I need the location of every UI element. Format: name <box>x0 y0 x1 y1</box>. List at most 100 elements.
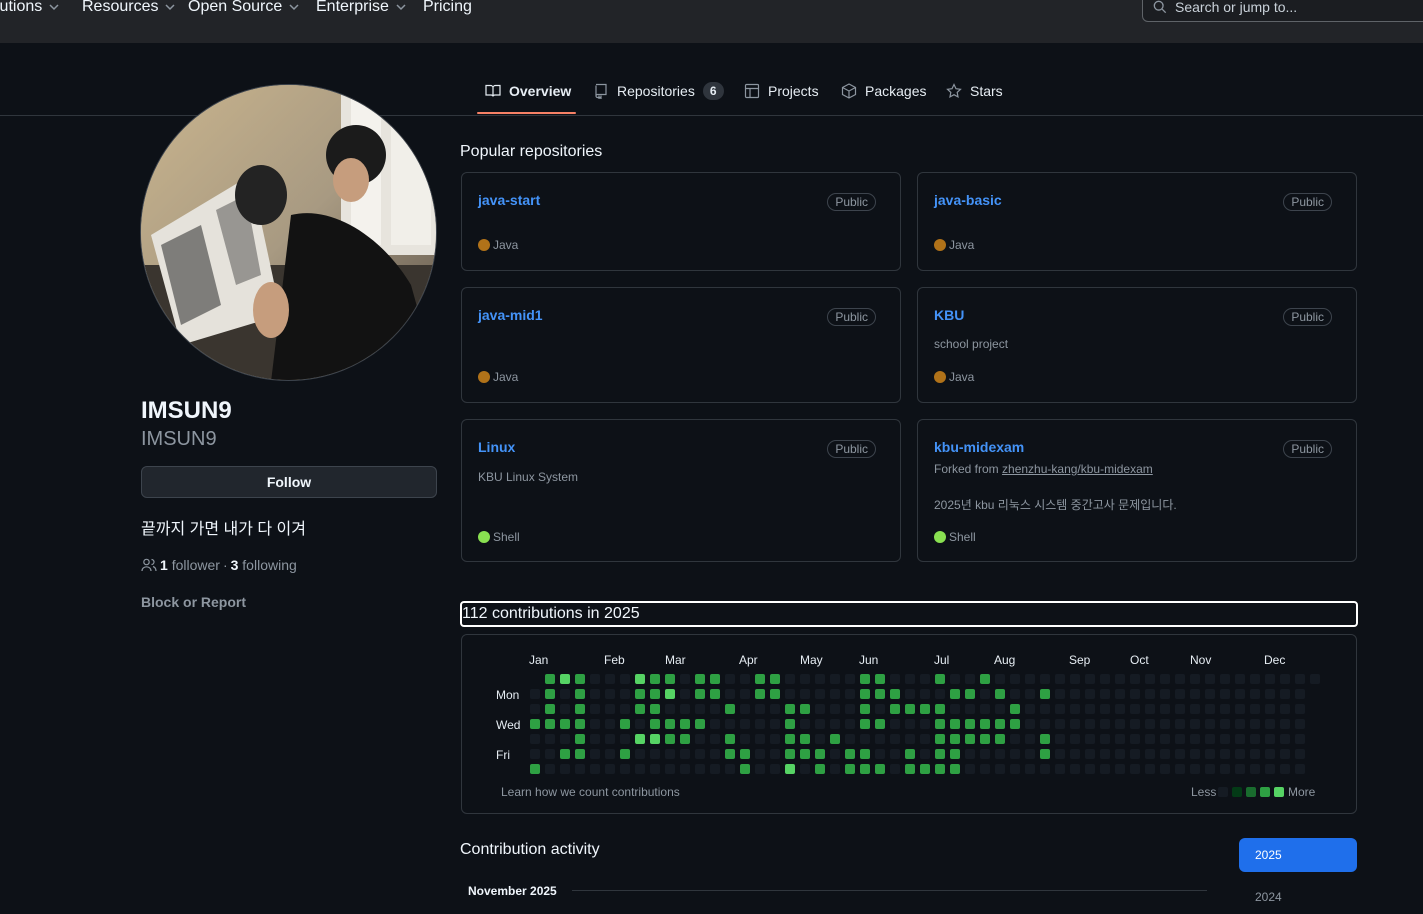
contribution-day-cell[interactable] <box>1040 704 1050 714</box>
learn-how-we-count-link[interactable]: Learn how we count contributions <box>501 785 680 799</box>
contribution-day-cell[interactable] <box>560 719 570 729</box>
contribution-day-cell[interactable] <box>650 689 660 699</box>
contribution-day-cell[interactable] <box>635 734 645 744</box>
contribution-day-cell[interactable] <box>545 719 555 729</box>
contribution-day-cell[interactable] <box>860 719 870 729</box>
contribution-day-cell[interactable] <box>725 749 735 759</box>
contribution-day-cell[interactable] <box>695 749 705 759</box>
contribution-day-cell[interactable] <box>1205 689 1215 699</box>
contribution-day-cell[interactable] <box>860 704 870 714</box>
contribution-day-cell[interactable] <box>1085 719 1095 729</box>
contribution-day-cell[interactable] <box>1040 734 1050 744</box>
contribution-day-cell[interactable] <box>1160 734 1170 744</box>
contribution-day-cell[interactable] <box>935 749 945 759</box>
contribution-day-cell[interactable] <box>1145 704 1155 714</box>
contribution-day-cell[interactable] <box>530 734 540 744</box>
contribution-day-cell[interactable] <box>605 719 615 729</box>
contribution-day-cell[interactable] <box>920 734 930 744</box>
contribution-day-cell[interactable] <box>770 719 780 729</box>
contribution-day-cell[interactable] <box>725 689 735 699</box>
contribution-day-cell[interactable] <box>1040 689 1050 699</box>
contributions-title[interactable]: 112 contributions in 2025 <box>460 601 1358 627</box>
contribution-day-cell[interactable] <box>1055 674 1065 684</box>
contribution-day-cell[interactable] <box>590 764 600 774</box>
contribution-day-cell[interactable] <box>770 704 780 714</box>
contribution-day-cell[interactable] <box>530 704 540 714</box>
contribution-day-cell[interactable] <box>575 719 585 729</box>
contribution-day-cell[interactable] <box>1130 749 1140 759</box>
contribution-day-cell[interactable] <box>530 749 540 759</box>
contribution-day-cell[interactable] <box>755 719 765 729</box>
contribution-day-cell[interactable] <box>1295 674 1305 684</box>
contribution-day-cell[interactable] <box>665 689 675 699</box>
contribution-day-cell[interactable] <box>830 689 840 699</box>
contribution-day-cell[interactable] <box>1100 719 1110 729</box>
contribution-day-cell[interactable] <box>905 689 915 699</box>
contribution-day-cell[interactable] <box>770 764 780 774</box>
contribution-day-cell[interactable] <box>1025 719 1035 729</box>
contribution-day-cell[interactable] <box>590 734 600 744</box>
contribution-day-cell[interactable] <box>725 764 735 774</box>
contribution-day-cell[interactable] <box>800 704 810 714</box>
contribution-day-cell[interactable] <box>815 689 825 699</box>
contribution-day-cell[interactable] <box>1250 704 1260 714</box>
contribution-day-cell[interactable] <box>680 734 690 744</box>
contribution-day-cell[interactable] <box>785 764 795 774</box>
contribution-day-cell[interactable] <box>965 719 975 729</box>
contribution-day-cell[interactable] <box>920 689 930 699</box>
contribution-day-cell[interactable] <box>695 689 705 699</box>
contribution-day-cell[interactable] <box>1265 749 1275 759</box>
contribution-day-cell[interactable] <box>1205 734 1215 744</box>
repo-link[interactable]: java-mid1 <box>478 307 543 323</box>
contribution-day-cell[interactable] <box>665 734 675 744</box>
repo-link[interactable]: Linux <box>478 439 515 455</box>
contribution-day-cell[interactable] <box>905 764 915 774</box>
contribution-day-cell[interactable] <box>815 674 825 684</box>
contribution-day-cell[interactable] <box>1130 674 1140 684</box>
contribution-day-cell[interactable] <box>1145 734 1155 744</box>
contribution-day-cell[interactable] <box>980 674 990 684</box>
contribution-day-cell[interactable] <box>830 749 840 759</box>
contribution-day-cell[interactable] <box>605 764 615 774</box>
contribution-day-cell[interactable] <box>620 674 630 684</box>
contribution-day-cell[interactable] <box>755 689 765 699</box>
contribution-day-cell[interactable] <box>995 674 1005 684</box>
contribution-day-cell[interactable] <box>725 734 735 744</box>
contribution-day-cell[interactable] <box>1055 764 1065 774</box>
contribution-day-cell[interactable] <box>1040 719 1050 729</box>
contribution-day-cell[interactable] <box>575 689 585 699</box>
search-input[interactable]: Search or jump to... <box>1142 0 1423 22</box>
contribution-day-cell[interactable] <box>770 749 780 759</box>
contribution-day-cell[interactable] <box>1070 674 1080 684</box>
nav-resources[interactable]: Resources <box>82 0 176 16</box>
contribution-day-cell[interactable] <box>1175 719 1185 729</box>
contribution-day-cell[interactable] <box>605 674 615 684</box>
contribution-day-cell[interactable] <box>950 719 960 729</box>
contribution-day-cell[interactable] <box>560 689 570 699</box>
contribution-day-cell[interactable] <box>665 674 675 684</box>
contribution-day-cell[interactable] <box>605 749 615 759</box>
contribution-day-cell[interactable] <box>1280 689 1290 699</box>
contribution-day-cell[interactable] <box>950 689 960 699</box>
contribution-day-cell[interactable] <box>1175 764 1185 774</box>
contribution-day-cell[interactable] <box>1010 749 1020 759</box>
forked-from-link[interactable]: zhenzhu-kang/kbu-midexam <box>1002 462 1153 476</box>
contribution-day-cell[interactable] <box>575 734 585 744</box>
contribution-day-cell[interactable] <box>1115 749 1125 759</box>
contribution-day-cell[interactable] <box>1190 674 1200 684</box>
contribution-day-cell[interactable] <box>875 734 885 744</box>
contribution-day-cell[interactable] <box>1145 764 1155 774</box>
tab-repositories[interactable]: Repositories 6 <box>593 80 724 102</box>
year-link-2024[interactable]: 2024 <box>1255 890 1282 904</box>
contribution-day-cell[interactable] <box>800 764 810 774</box>
tab-stars[interactable]: Stars <box>946 80 1003 102</box>
contribution-day-cell[interactable] <box>650 764 660 774</box>
contribution-day-cell[interactable] <box>1265 689 1275 699</box>
contribution-day-cell[interactable] <box>1040 749 1050 759</box>
contribution-day-cell[interactable] <box>1025 704 1035 714</box>
contribution-day-cell[interactable] <box>815 704 825 714</box>
contribution-day-cell[interactable] <box>650 719 660 729</box>
nav-open-source[interactable]: Open Source <box>188 0 300 16</box>
contribution-day-cell[interactable] <box>620 764 630 774</box>
contribution-day-cell[interactable] <box>785 704 795 714</box>
